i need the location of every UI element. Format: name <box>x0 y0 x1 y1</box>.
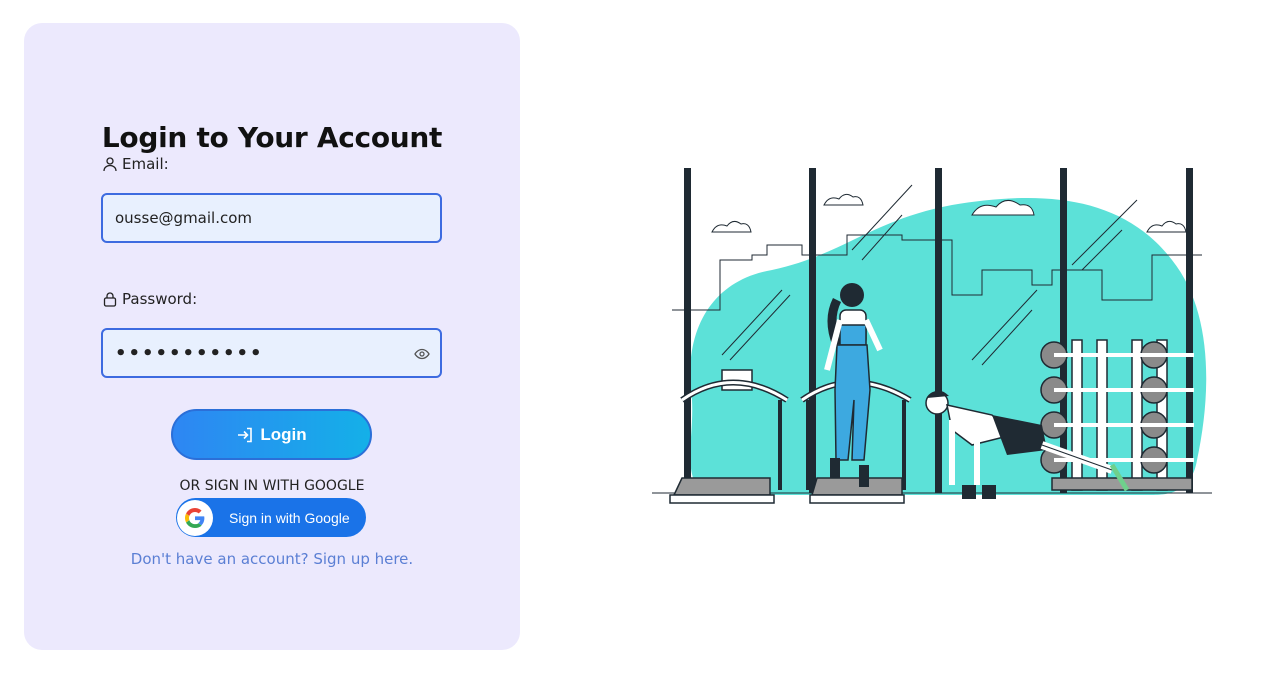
login-page: Login to Your Account Email: ousse@gmail… <box>0 0 1276 681</box>
signup-link[interactable]: Don't have an account? Sign up here. <box>24 550 520 568</box>
eye-icon[interactable] <box>414 346 430 362</box>
google-logo-container <box>177 499 213 536</box>
login-card: Login to Your Account Email: ousse@gmail… <box>24 23 520 650</box>
login-button[interactable]: Login <box>171 409 372 460</box>
login-button-label: Login <box>260 424 307 444</box>
google-signin-button[interactable]: Sign in with Google <box>176 498 366 537</box>
gym-illustration <box>652 168 1212 504</box>
password-value: ••••••••••• <box>115 342 264 364</box>
email-value: ousse@gmail.com <box>115 209 253 227</box>
login-arrow-icon <box>238 427 253 442</box>
email-field[interactable]: ousse@gmail.com <box>101 193 442 243</box>
email-label-text: Email: <box>122 155 169 173</box>
lock-icon <box>103 292 117 307</box>
or-divider-text: OR SIGN IN WITH GOOGLE <box>179 478 365 494</box>
user-icon <box>103 157 117 172</box>
google-button-label: Sign in with Google <box>229 509 350 526</box>
email-label: Email: <box>102 155 169 173</box>
password-field[interactable]: ••••••••••• <box>101 328 442 378</box>
password-label-text: Password: <box>122 290 198 308</box>
google-logo-icon <box>185 507 205 528</box>
page-title: Login to Your Account <box>101 121 443 154</box>
password-label: Password: <box>102 290 197 308</box>
